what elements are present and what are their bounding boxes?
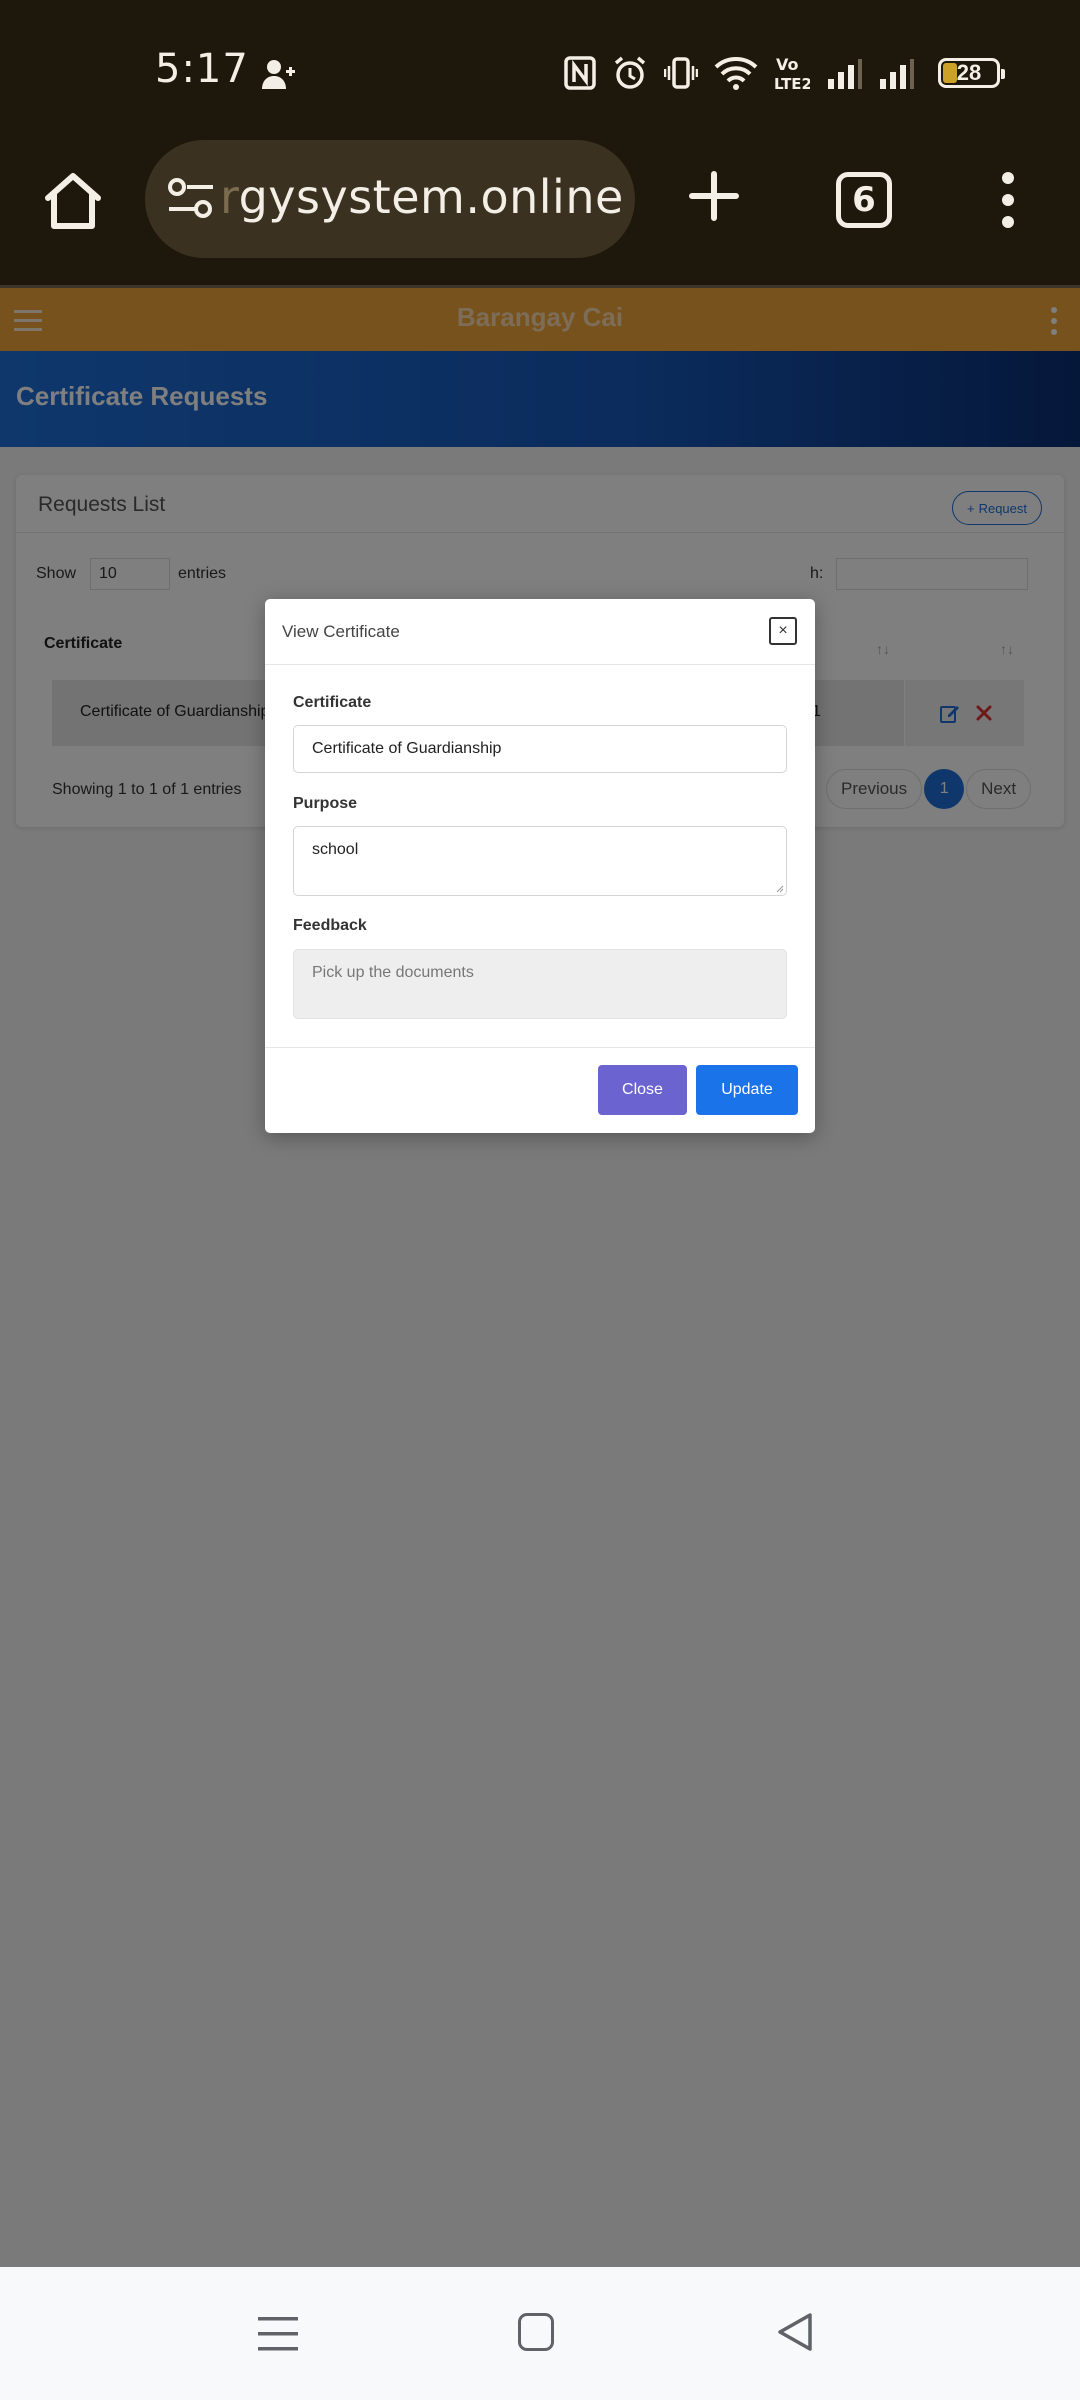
certificate-label: Certificate (293, 694, 372, 711)
wifi-icon (714, 57, 758, 90)
url-visible-text: gysystem.online (238, 170, 624, 224)
battery-icon: 28 (938, 58, 1005, 88)
browser-toolbar: rgysystem.online 6 (0, 140, 1080, 285)
alarm-icon (614, 56, 646, 89)
url-faded-text: r (220, 170, 239, 224)
status-icons: Vo LTE2 28 (564, 52, 1005, 94)
site-settings-icon[interactable] (167, 177, 215, 221)
status-bar: 5:17 Vo LTE2 28 (0, 0, 1080, 140)
svg-text:Vo: Vo (776, 55, 799, 74)
purpose-label: Purpose (293, 795, 358, 812)
home-icon[interactable] (40, 168, 106, 234)
modal-backdrop[interactable]: View Certificate × Certificate Certifica… (0, 285, 1080, 2267)
view-certificate-modal: View Certificate × Certificate Certifica… (265, 599, 815, 1133)
vibrate-icon (664, 57, 698, 89)
purpose-value: school (312, 841, 359, 858)
signal-icon (828, 59, 862, 89)
feedback-value: Pick up the documents (312, 964, 474, 981)
close-button[interactable]: Close (598, 1065, 687, 1115)
person-add-icon (262, 60, 295, 89)
status-time: 5:17 (155, 46, 249, 92)
purpose-textarea[interactable]: school (293, 826, 787, 896)
modal-footer: Close Update (265, 1047, 815, 1133)
modal-title: View Certificate (282, 622, 400, 641)
update-button[interactable]: Update (696, 1065, 798, 1115)
feedback-label: Feedback (293, 917, 367, 934)
address-bar[interactable]: rgysystem.online (145, 140, 635, 258)
resize-grip-icon[interactable] (776, 885, 784, 893)
certificate-field[interactable]: Certificate of Guardianship (293, 725, 787, 773)
close-icon[interactable]: × (769, 617, 797, 645)
more-options-icon[interactable] (996, 170, 1020, 230)
url-text: rgysystem.online (220, 170, 624, 224)
nfc-icon (564, 56, 596, 90)
svg-text:LTE2: LTE2 (774, 75, 810, 92)
feedback-textarea: Pick up the documents (293, 949, 787, 1019)
tab-switcher-button[interactable]: 6 (836, 172, 892, 228)
new-tab-icon[interactable] (688, 170, 740, 222)
battery-level: 28 (956, 60, 982, 85)
signal-icon (880, 59, 914, 89)
back-icon[interactable] (776, 2311, 814, 2353)
system-nav-bar (0, 2267, 1080, 2400)
home-nav-icon[interactable] (518, 2313, 554, 2351)
volte-icon: Vo LTE2 (774, 55, 810, 92)
recent-apps-icon[interactable] (258, 2315, 298, 2353)
modal-header: View Certificate × (265, 599, 815, 665)
